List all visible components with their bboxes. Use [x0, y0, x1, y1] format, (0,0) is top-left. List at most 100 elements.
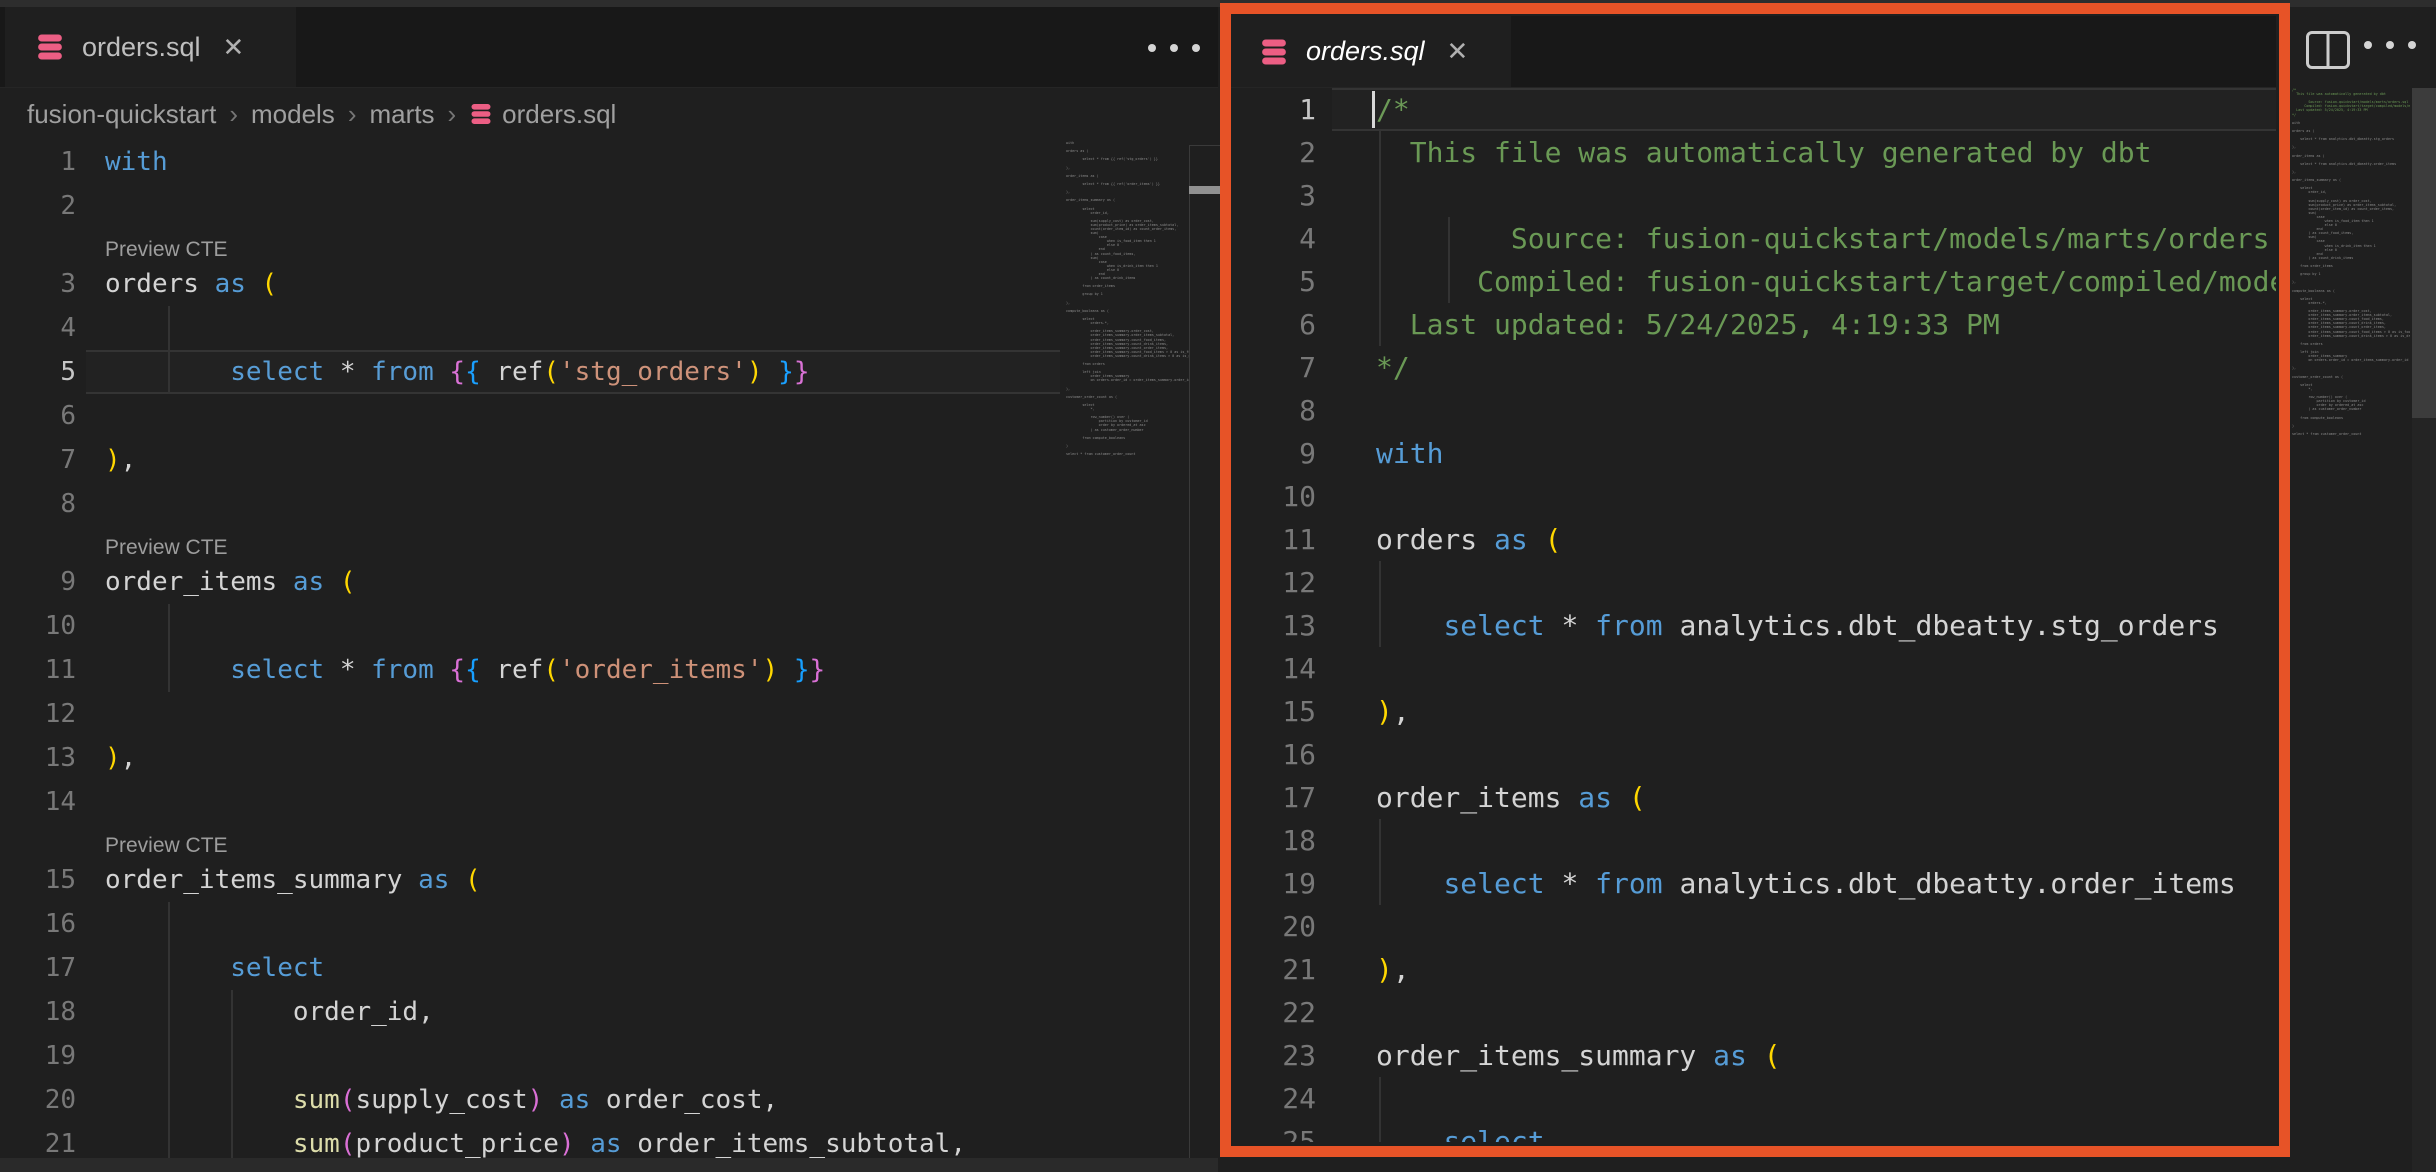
code-line[interactable]: 17 select [0, 946, 1062, 990]
vscode-window: orders.sql ✕ fusion-quickstart›models›ma… [0, 0, 2436, 1172]
codelens-row[interactable]: Preview CTE [0, 228, 1062, 262]
breadcrumb-item[interactable]: marts [369, 99, 434, 130]
close-icon[interactable]: ✕ [223, 32, 245, 63]
code-line[interactable]: 12 [0, 692, 1062, 736]
code-line[interactable]: 8 [1231, 389, 2276, 432]
code-line[interactable]: 18 order_id, [0, 990, 1062, 1034]
codelens-preview-cte[interactable]: Preview CTE [105, 536, 228, 560]
code-line[interactable]: 20 [1231, 905, 2276, 948]
code-line[interactable]: 15), [1231, 690, 2276, 733]
code-text: select * from {{ ref('order_items') }} [105, 648, 825, 692]
breadcrumb-item[interactable]: fusion-quickstart [27, 99, 216, 130]
code-line[interactable]: 14 [0, 780, 1062, 824]
code-line[interactable]: 3 orders as ( [0, 262, 1062, 306]
right-minimap[interactable]: /* This file was automatically generated… [2292, 88, 2410, 508]
code-line[interactable]: 7*/ [1231, 346, 2276, 389]
more-actions-icon[interactable] [2364, 41, 2416, 49]
code-line[interactable]: 4 Source: fusion-quickstart/models/marts… [1231, 217, 2276, 260]
tab-orders-sql-right[interactable]: orders.sql ✕ [1229, 16, 1511, 87]
code-line[interactable]: 10 [1231, 475, 2276, 518]
code-line[interactable]: 11orders as ( [1231, 518, 2276, 561]
code-line[interactable]: 24 [1231, 1077, 2276, 1120]
code-line[interactable]: 6 [0, 394, 1062, 438]
breadcrumb-item[interactable]: models [251, 99, 335, 130]
right-editor-code[interactable]: 1/*2 This file was automatically generat… [1231, 88, 2276, 1142]
current-line-highlight [1332, 88, 2276, 131]
more-actions-icon[interactable] [1148, 44, 1200, 52]
text-cursor [1372, 91, 1375, 128]
code-text: select [1376, 1120, 1545, 1142]
code-line[interactable]: 13), [0, 736, 1062, 780]
split-editor-icon[interactable] [2306, 31, 2350, 69]
close-icon[interactable]: ✕ [1447, 36, 1469, 67]
code-text: */ [1376, 346, 1410, 389]
code-line[interactable]: 25 select [1231, 1120, 2276, 1142]
code-line[interactable]: 15order_items_summary as ( [0, 858, 1062, 902]
code-line[interactable]: 23order_items_summary as ( [1231, 1034, 2276, 1077]
code-text: ), [1376, 948, 1410, 991]
line-number: 22 [1231, 991, 1316, 1034]
right-tabbar: orders.sql ✕ [1229, 16, 2276, 88]
line-number: 16 [0, 902, 76, 946]
left-editor-code[interactable]: 1with2Preview CTE3orders as (45 select *… [0, 140, 1062, 1172]
code-line[interactable]: 6 Last updated: 5/24/2025, 4:19:33 PM [1231, 303, 2276, 346]
code-line[interactable]: 5 Compiled: fusion-quickstart/target/com… [1231, 260, 2276, 303]
database-icon [35, 32, 65, 62]
code-line[interactable]: 13 select * from analytics.dbt_dbeatty.s… [1231, 604, 2276, 647]
code-line[interactable]: 2 This file was automatically generated … [1231, 131, 2276, 174]
line-number: 1 [1231, 88, 1316, 131]
code-line[interactable]: 16 [1231, 733, 2276, 776]
code-line[interactable]: 3 [1231, 174, 2276, 217]
code-text: orders as ( [105, 262, 277, 306]
indent-guide [1379, 1077, 1381, 1142]
breadcrumb-separator: › [434, 99, 469, 130]
code-line[interactable]: 7), [0, 438, 1062, 482]
indent-guide [168, 902, 170, 1166]
code-line[interactable]: 17order_items as ( [1231, 776, 2276, 819]
code-line[interactable]: 9order_items as ( [0, 560, 1062, 604]
code-text: Last updated: 5/24/2025, 4:19:33 PM [1376, 303, 2000, 346]
code-line[interactable]: 16 [0, 902, 1062, 946]
code-line[interactable]: 1with [0, 140, 1062, 184]
code-line[interactable]: 22 [1231, 991, 2276, 1034]
indent-guide [1379, 131, 1381, 346]
codelens-row[interactable]: Preview CTE [0, 526, 1062, 560]
code-line[interactable]: 19 select * from analytics.dbt_dbeatty.o… [1231, 862, 2276, 905]
line-number: 18 [1231, 819, 1316, 862]
code-text: Compiled: fusion-quickstart/target/compi… [1376, 260, 2276, 303]
codelens-preview-cte[interactable]: Preview CTE [105, 834, 228, 858]
horizontal-scrollbar-area[interactable] [0, 1158, 1218, 1172]
code-line[interactable]: 10 [0, 604, 1062, 648]
code-line[interactable]: 4 [0, 306, 1062, 350]
overview-ruler [1189, 145, 1221, 1160]
code-line[interactable]: 12 [1231, 561, 2276, 604]
code-line[interactable]: 11 select * from {{ ref('order_items') }… [0, 648, 1062, 692]
code-line[interactable]: 19 [0, 1034, 1062, 1078]
line-number: 14 [1231, 647, 1316, 690]
breadcrumb-item[interactable]: orders.sql [469, 99, 616, 130]
code-line[interactable]: 2 [0, 184, 1062, 228]
code-line[interactable]: 20 sum(supply_cost) as order_cost, [0, 1078, 1062, 1122]
line-number: 23 [1231, 1034, 1316, 1077]
line-number: 4 [0, 306, 76, 350]
codelens-preview-cte[interactable]: Preview CTE [105, 238, 228, 262]
code-line[interactable]: 18 [1231, 819, 2276, 862]
codelens-row[interactable]: Preview CTE [0, 824, 1062, 858]
code-text: ), [105, 438, 136, 482]
code-text: order_items as ( [105, 560, 355, 604]
code-line[interactable]: 14 [1231, 647, 2276, 690]
line-number: 21 [1231, 948, 1316, 991]
code-line[interactable]: 21), [1231, 948, 2276, 991]
line-number: 12 [1231, 561, 1316, 604]
code-line[interactable]: 8 [0, 482, 1062, 526]
line-number: 6 [1231, 303, 1316, 346]
tab-orders-sql-left[interactable]: orders.sql ✕ [5, 7, 296, 87]
left-minimap[interactable]: withorders as ( select * from {{ ref('st… [1066, 141, 1190, 561]
code-text: select [105, 946, 324, 990]
line-number: 9 [1231, 432, 1316, 475]
code-text: select * from analytics.dbt_dbeatty.stg_… [1376, 604, 2219, 647]
line-number: 3 [0, 262, 76, 306]
code-line[interactable]: 9with [1231, 432, 2276, 475]
line-number: 17 [1231, 776, 1316, 819]
scrollbar-thumb[interactable] [2412, 88, 2436, 418]
